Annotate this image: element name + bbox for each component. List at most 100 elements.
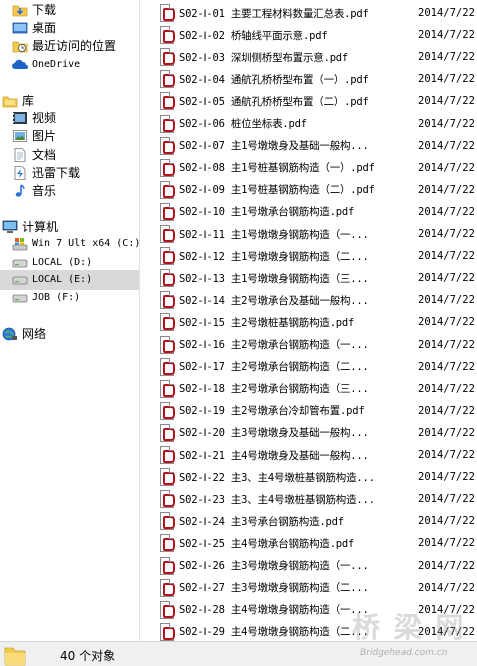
nav-label: 最近访问的位置	[32, 39, 117, 53]
file-date: 2014/7/22	[418, 51, 475, 64]
nav-item-videos[interactable]: 视频	[0, 108, 139, 128]
file-date: 2014/7/22	[418, 426, 475, 439]
pdf-file-icon	[160, 446, 175, 464]
nav-label: 计算机	[22, 220, 59, 234]
nav-item-drive-f[interactable]: JOB (F:)	[0, 288, 139, 308]
pdf-file-icon	[160, 534, 175, 553]
nav-label: 网络	[22, 327, 47, 341]
file-row[interactable]: S02-Ⅰ-09 主1号桩基钢筋构造（二）.pdf 2014/7/22	[140, 179, 477, 201]
nav-item-thunder-downloads[interactable]: 迅雷下载	[0, 163, 139, 183]
file-row[interactable]: S02-Ⅰ-08 主1号桩基钢筋构造（一）.pdf 2014/7/22	[140, 157, 477, 179]
file-date: 2014/7/22	[418, 316, 475, 329]
file-name: S02-Ⅰ-12 主1号墩墩身钢筋构造（二...	[179, 250, 369, 263]
file-name: S02-Ⅰ-09 主1号桩基钢筋构造（二）.pdf	[179, 184, 375, 197]
network-icon	[2, 326, 18, 342]
file-row[interactable]: S02-Ⅰ-13 主1号墩墩身钢筋构造（三... 2014/7/22	[140, 267, 477, 289]
file-name: S02-Ⅰ-13 主1号墩墩身钢筋构造（三...	[179, 272, 369, 285]
downloads-folder-icon	[12, 2, 28, 18]
file-name: S02-Ⅰ-01 主要工程材料数量汇总表.pdf	[179, 7, 369, 20]
file-row[interactable]: S02-Ⅰ-22 主3、主4号墩桩基钢筋构造... 2014/7/22	[140, 466, 477, 488]
pdf-file-icon	[160, 600, 175, 619]
file-date: 2014/7/22	[418, 7, 475, 19]
pictures-library-icon	[12, 128, 28, 144]
file-date: 2014/7/22	[418, 493, 475, 506]
file-row[interactable]: S02-Ⅰ-28 主4号墩墩身钢筋构造（一... 2014/7/22	[140, 599, 477, 621]
file-name: S02-Ⅰ-18 主2号墩承台钢筋构造（三...	[179, 383, 369, 396]
nav-item-network[interactable]: 网络	[0, 324, 139, 344]
file-row[interactable]: S02-Ⅰ-18 主2号墩承台钢筋构造（三... 2014/7/22	[140, 378, 477, 400]
file-row[interactable]: S02-Ⅰ-15 主2号墩桩基钢筋构造.pdf 2014/7/22	[140, 311, 477, 333]
nav-item-documents[interactable]: 文档	[0, 145, 139, 165]
navigation-pane: 下载 桌面 最近访问的位置 OneDrive 库 视频 图片 文档 迅雷下载 音…	[0, 0, 139, 641]
pdf-file-icon	[160, 423, 175, 442]
pdf-file-icon	[160, 578, 175, 597]
pdf-file-icon	[160, 401, 175, 420]
pdf-file-icon	[160, 4, 175, 22]
file-row[interactable]: S02-Ⅰ-27 主3号墩墩身钢筋构造（二... 2014/7/22	[140, 577, 477, 599]
file-row[interactable]: S02-Ⅰ-02 桥轴线平面示意.pdf 2014/7/22	[140, 24, 477, 46]
file-name: S02-Ⅰ-29 主4号墩墩身钢筋构造（二...	[179, 626, 369, 639]
file-row[interactable]: S02-Ⅰ-04 通航孔桥桥型布置（一）.pdf 2014/7/22	[140, 68, 477, 90]
file-row[interactable]: S02-Ⅰ-11 主1号墩墩身钢筋构造（一... 2014/7/22	[140, 223, 477, 245]
file-row[interactable]: S02-Ⅰ-26 主3号墩墩身钢筋构造（一... 2014/7/22	[140, 555, 477, 577]
hard-drive-icon	[12, 272, 28, 288]
file-date: 2014/7/22	[418, 205, 475, 218]
nav-item-pictures[interactable]: 图片	[0, 126, 139, 146]
nav-label: 音乐	[32, 184, 57, 198]
libraries-icon	[2, 93, 18, 109]
file-date: 2014/7/22	[418, 338, 475, 351]
pdf-file-icon	[160, 114, 175, 133]
nav-item-drive-e[interactable]: LOCAL (E:)	[0, 270, 139, 290]
pdf-file-icon	[160, 247, 175, 266]
nav-item-recent-places[interactable]: 最近访问的位置	[0, 36, 139, 56]
nav-item-downloads[interactable]: 下载	[0, 0, 139, 20]
file-row[interactable]: S02-Ⅰ-24 主3号承台钢筋构造.pdf 2014/7/22	[140, 510, 477, 532]
file-row[interactable]: S02-Ⅰ-25 主4号墩承台钢筋构造.pdf 2014/7/22	[140, 532, 477, 554]
pdf-file-icon	[160, 269, 175, 288]
pdf-file-icon	[160, 291, 175, 310]
nav-item-onedrive[interactable]: OneDrive	[0, 55, 139, 75]
file-row[interactable]: S02-Ⅰ-16 主2号墩承台钢筋构造（一... 2014/7/22	[140, 334, 477, 356]
pdf-file-icon	[160, 622, 175, 641]
file-row[interactable]: S02-Ⅰ-06 桩位坐标表.pdf 2014/7/22	[140, 113, 477, 135]
nav-item-music[interactable]: 音乐	[0, 181, 139, 201]
video-library-icon	[12, 110, 28, 126]
nav-item-desktop[interactable]: 桌面	[0, 18, 139, 38]
file-name: S02-Ⅰ-11 主1号墩墩身钢筋构造（一...	[179, 228, 369, 241]
file-row[interactable]: S02-Ⅰ-20 主3号墩墩身及基础一般构... 2014/7/22	[140, 422, 477, 444]
file-name: S02-Ⅰ-26 主3号墩墩身钢筋构造（一...	[179, 560, 369, 572]
onedrive-cloud-icon	[12, 57, 28, 73]
nav-item-drive-c[interactable]: Win 7 Ult x64 (C:)	[0, 234, 139, 254]
file-name: S02-Ⅰ-22 主3、主4号墩桩基钢筋构造...	[179, 471, 375, 484]
file-row[interactable]: S02-Ⅰ-10 主1号墩承台钢筋构造.pdf 2014/7/22	[140, 201, 477, 223]
pdf-file-icon	[160, 136, 175, 155]
file-name: S02-Ⅰ-14 主2号墩承台及基础一般构...	[179, 294, 369, 307]
file-row[interactable]: S02-Ⅰ-23 主3、主4号墩桩基钢筋构造... 2014/7/22	[140, 488, 477, 510]
pdf-file-icon	[160, 180, 175, 199]
hard-drive-icon	[12, 255, 28, 271]
nav-label: JOB (F:)	[32, 292, 81, 303]
file-row[interactable]: S02-Ⅰ-05 通航孔桥桥型布置（二）.pdf 2014/7/22	[140, 90, 477, 112]
file-row[interactable]: S02-Ⅰ-21 主4号墩墩身及基础一般构... 2014/7/22	[140, 444, 477, 466]
file-name: S02-Ⅰ-15 主2号墩桩基钢筋构造.pdf	[179, 316, 355, 329]
nav-label: 桌面	[32, 21, 57, 35]
file-row[interactable]: S02-Ⅰ-17 主2号墩承台钢筋构造（二... 2014/7/22	[140, 356, 477, 378]
file-row[interactable]: S02-Ⅰ-07 主1号墩墩身及基础一般构... 2014/7/22	[140, 135, 477, 157]
file-row[interactable]: S02-Ⅰ-14 主2号墩承台及基础一般构... 2014/7/22	[140, 289, 477, 311]
file-list: S02-Ⅰ-01 主要工程材料数量汇总表.pdf 2014/7/22 S02-Ⅰ-0…	[140, 0, 477, 641]
file-name: S02-Ⅰ-19 主2号墩承台冷却管布置.pdf	[179, 405, 365, 418]
file-date: 2014/7/22	[418, 581, 475, 594]
nav-label: 文档	[32, 148, 57, 162]
file-row[interactable]: S02-Ⅰ-03 深圳侧桥型布置示意.pdf 2014/7/22	[140, 46, 477, 68]
pdf-file-icon	[160, 357, 175, 376]
file-row[interactable]: S02-Ⅰ-12 主1号墩墩身钢筋构造（二... 2014/7/22	[140, 245, 477, 267]
file-name: S02-Ⅰ-10 主1号墩承台钢筋构造.pdf	[179, 206, 355, 219]
recent-places-icon	[12, 38, 28, 54]
file-name: S02-Ⅰ-24 主3号承台钢筋构造.pdf	[179, 515, 344, 528]
file-row[interactable]: S02-Ⅰ-29 主4号墩墩身钢筋构造（二... 2014/7/22	[140, 621, 477, 641]
file-name: S02-Ⅰ-04 通航孔桥桥型布置（一）.pdf	[179, 73, 369, 86]
folder-icon	[4, 642, 26, 666]
file-row[interactable]: S02-Ⅰ-19 主2号墩承台冷却管布置.pdf 2014/7/22	[140, 400, 477, 422]
file-row[interactable]: S02-Ⅰ-01 主要工程材料数量汇总表.pdf 2014/7/22	[140, 2, 477, 24]
pdf-file-icon	[160, 468, 175, 487]
